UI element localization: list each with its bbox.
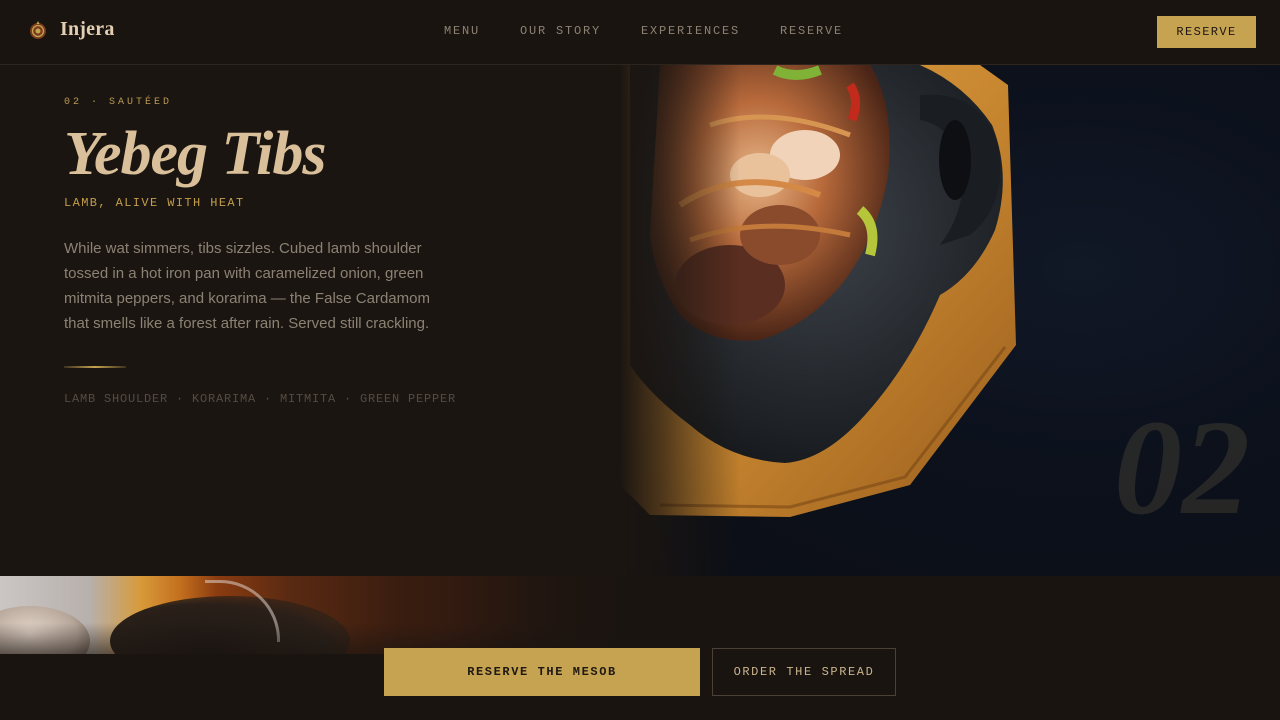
brand-logo[interactable]: Injera [28,18,115,41]
nav-link-experiences[interactable]: EXPERIENCES [641,24,740,38]
divider [64,366,126,368]
hero-fade-overlay [620,65,740,576]
page: Injera MENU OUR STORY EXPERIENCES RESERV… [0,0,1280,720]
nav-link-menu[interactable]: MENU [444,24,480,38]
ingredients-list: LAMB SHOULDER · KORARIMA · MITMITA · GRE… [64,392,457,406]
dish-number: 02 [1114,393,1250,543]
dish-title: Yebeg Tibs [64,120,326,188]
reserve-button[interactable]: RESERVE [1157,16,1256,48]
brand-name: Injera [60,18,115,40]
next-dish-photo [0,576,640,654]
nav-link-reserve[interactable]: RESERVE [780,24,843,38]
dish-subtitle: LAMB, ALIVE WITH HEAT [64,196,245,210]
order-the-spread-button[interactable]: ORDER THE SPREAD [712,648,896,696]
dish-description: While wat simmers, tibs sizzles. Cubed l… [64,240,430,332]
top-nav: Injera MENU OUR STORY EXPERIENCES RESERV… [0,0,1280,65]
photo-fade-overlay [0,576,640,654]
mesob-basket-icon [30,20,46,39]
nav-link-our-story[interactable]: OUR STORY [520,24,601,38]
reserve-the-mesob-button[interactable]: RESERVE THE MESOB [384,648,700,696]
main-nav: MENU OUR STORY EXPERIENCES RESERVE [444,24,843,38]
dish-category: 02 · SAUTÉED [64,97,173,108]
